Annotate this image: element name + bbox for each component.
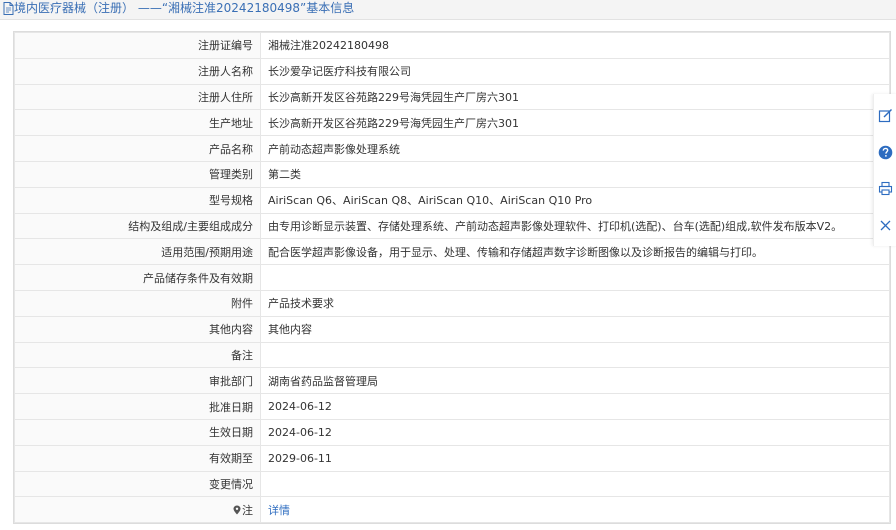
table-row: 产品储存条件及有效期 xyxy=(14,264,890,291)
table-row: 有效期至 2029-06-11 xyxy=(14,444,890,472)
row-label: 其他内容 xyxy=(14,315,261,343)
table-row: 注 详情 xyxy=(14,496,890,524)
row-value: 2024-06-12 xyxy=(260,418,890,446)
table-row: 生产地址 长沙高新开发区谷苑路229号海凭园生产厂房六301 xyxy=(14,109,890,137)
row-value: AiriScan Q6、AiriScan Q8、AiriScan Q10、Air… xyxy=(260,186,890,214)
row-value: 第二类 xyxy=(260,160,890,188)
row-label: 附件 xyxy=(14,289,261,317)
table-row: 变更情况 xyxy=(14,470,890,498)
row-label: 型号规格 xyxy=(14,186,261,214)
table-row: 注册证编号 湘械注准20242180498 xyxy=(14,32,890,59)
row-label: 批准日期 xyxy=(14,393,261,420)
table-row: 适用范围/预期用途 配合医学超声影像设备，用于显示、处理、传输和存储超声数字诊断图… xyxy=(14,238,890,266)
row-label: 注册证编号 xyxy=(14,32,261,59)
row-label: 注册人名称 xyxy=(14,57,261,85)
document-icon xyxy=(3,2,14,15)
row-value: 长沙高新开发区谷苑路229号海凭园生产厂房六301 xyxy=(260,83,890,111)
page-header: 境内医疗器械（注册） ——“湘械注准20242180498”基本信息 xyxy=(0,0,896,20)
row-value: 产品技术要求 xyxy=(260,289,890,317)
page-title: 境内医疗器械（注册） ——“湘械注准20242180498”基本信息 xyxy=(14,1,355,15)
row-value: 其他内容 xyxy=(260,315,890,343)
row-label: 产品名称 xyxy=(14,135,261,162)
row-value: 详情 xyxy=(260,496,890,524)
row-value: 湖南省药品监督管理局 xyxy=(260,367,890,395)
row-label: 备注 xyxy=(14,341,261,369)
close-icon[interactable] xyxy=(878,218,893,233)
table-row: 附件 产品技术要求 xyxy=(14,289,890,317)
info-table: 注册证编号 湘械注准20242180498 注册人名称 长沙爱孕记医疗科技有限公司 注册… xyxy=(14,32,890,524)
row-value xyxy=(260,264,890,291)
table-row: 型号规格 AiriScan Q6、AiriScan Q8、AiriScan Q10… xyxy=(14,186,890,214)
table-row: 注册人住所 长沙高新开发区谷苑路229号海凭园生产厂房六301 xyxy=(14,83,890,111)
row-value: 长沙爱孕记医疗科技有限公司 xyxy=(260,57,890,85)
row-label: 注册人住所 xyxy=(14,83,261,111)
row-value: 湘械注准20242180498 xyxy=(260,32,890,59)
row-label: 变更情况 xyxy=(14,470,261,498)
table-row: 批准日期 2024-06-12 xyxy=(14,393,890,420)
row-value xyxy=(260,470,890,498)
table-row: 管理类别 第二类 xyxy=(14,160,890,188)
pin-icon xyxy=(233,505,241,515)
row-label: 审批部门 xyxy=(14,367,261,395)
note-label: 注 xyxy=(242,503,253,517)
table-row: 审批部门 湖南省药品监督管理局 xyxy=(14,367,890,395)
table-row: 注册人名称 长沙爱孕记医疗科技有限公司 xyxy=(14,57,890,85)
table-row: 备注 xyxy=(14,341,890,369)
edit-icon[interactable] xyxy=(878,108,893,123)
details-link[interactable]: 详情 xyxy=(268,504,290,517)
row-value: 长沙高新开发区谷苑路229号海凭园生产厂房六301 xyxy=(260,109,890,137)
row-label: 适用范围/预期用途 xyxy=(14,238,261,266)
row-label: 产品储存条件及有效期 xyxy=(14,264,261,291)
row-label: 结构及组成/主要组成成分 xyxy=(14,212,261,240)
row-label: 生产地址 xyxy=(14,109,261,137)
table-row: 产品名称 产前动态超声影像处理系统 xyxy=(14,135,890,162)
table-row: 结构及组成/主要组成成分 由专用诊断显示装置、存储处理系统、产前动态超声影像处理软… xyxy=(14,212,890,240)
row-label: 生效日期 xyxy=(14,418,261,446)
row-label: 有效期至 xyxy=(14,444,261,472)
help-icon[interactable] xyxy=(878,145,893,160)
info-panel: 注册证编号 湘械注准20242180498 注册人名称 长沙爱孕记医疗科技有限公司 注册… xyxy=(13,31,891,525)
table-row: 生效日期 2024-06-12 xyxy=(14,418,890,446)
row-label: 注 xyxy=(14,496,261,524)
row-value: 2024-06-12 xyxy=(260,393,890,420)
side-toolbar xyxy=(873,94,896,246)
row-value: 产前动态超声影像处理系统 xyxy=(260,135,890,162)
table-row: 其他内容 其他内容 xyxy=(14,315,890,343)
print-icon[interactable] xyxy=(878,181,893,196)
row-value: 2029-06-11 xyxy=(260,444,890,472)
row-value: 由专用诊断显示装置、存储处理系统、产前动态超声影像处理软件、打印机(选配)、台车… xyxy=(260,212,890,240)
row-label: 管理类别 xyxy=(14,160,261,188)
row-value xyxy=(260,341,890,369)
row-value: 配合医学超声影像设备，用于显示、处理、传输和存储超声数字诊断图像以及诊断报告的编… xyxy=(260,238,890,266)
